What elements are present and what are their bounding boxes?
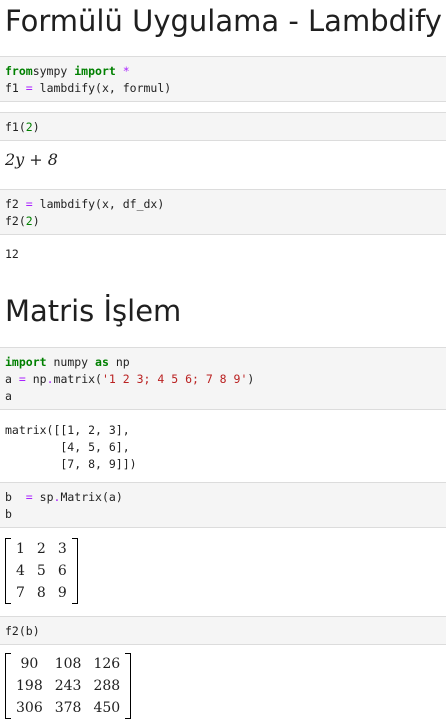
code-input[interactable]: b = sp.Matrix(a) b (5, 489, 441, 523)
matrix-entry: 90 (20, 656, 39, 672)
code-cell-5[interactable]: b = sp.Matrix(a) b (0, 482, 446, 528)
matrix-entry: 126 (93, 656, 121, 672)
code-token: a (5, 389, 12, 403)
code-token: b (5, 507, 12, 521)
code-token: as (95, 355, 109, 369)
code-token: import (74, 64, 116, 78)
code-token: = (18, 372, 26, 386)
matrix-entry: 9 (57, 585, 67, 601)
matrix-entry: 7 (16, 585, 25, 601)
code-token: = (25, 490, 33, 504)
matrix-entry: 450 (93, 700, 121, 716)
matrix-entry: 378 (54, 700, 82, 716)
code-cell-3[interactable]: f2 = lambdify(x, df_dx) f2(2) (0, 189, 446, 235)
code-input[interactable]: import numpy as np a = np.matrix('1 2 3;… (5, 354, 441, 405)
code-token: . (46, 372, 54, 386)
code-token: ) (32, 214, 40, 228)
matrix-entry: 108 (54, 656, 82, 672)
code-token: numpy (53, 355, 96, 369)
code-token: from (5, 64, 33, 78)
matrix-entry: 1 (16, 541, 25, 557)
code-token: b (5, 490, 26, 504)
output-sympy-matrix-b: 123 456 789 (5, 538, 78, 604)
code-token: 2 (25, 214, 33, 228)
output-numpy-matrix: matrix([[1, 2, 3], [4, 5, 6], [7, 8, 9]]… (5, 423, 137, 471)
matrix-entry: 306 (16, 700, 43, 716)
code-token: f2(b) (5, 624, 40, 638)
code-token: np (115, 355, 130, 369)
matrix-entry: 2 (36, 541, 46, 557)
code-token: f1 (5, 81, 26, 95)
code-token: * (115, 64, 130, 78)
code-cell-1[interactable]: fromsympy import * f1 = lambdify(x, form… (0, 56, 446, 102)
code-token: ) (247, 372, 255, 386)
code-token: lambdify(x, formul) (39, 81, 172, 95)
code-cell-2[interactable]: f1(2) (0, 112, 446, 141)
matrix-entry: 5 (36, 563, 46, 579)
code-token: f1( (5, 120, 26, 134)
code-token: import (5, 355, 47, 369)
matrix-entry: 4 (16, 563, 25, 579)
matrix-entry: 3 (57, 541, 67, 557)
code-token: lambdify(x, df_dx) (39, 197, 165, 211)
matrix-entry: 8 (36, 585, 46, 601)
code-token: = (25, 81, 33, 95)
output-expression: 2y + 8 (5, 150, 58, 169)
code-token: sympy (32, 64, 75, 78)
code-token: ) (32, 120, 40, 134)
code-input[interactable]: fromsympy import * f1 = lambdify(x, form… (5, 63, 441, 97)
code-cell-4[interactable]: import numpy as np a = np.matrix('1 2 3;… (0, 347, 446, 410)
code-token: f2 (5, 197, 26, 211)
code-token: sp (32, 490, 54, 504)
code-token: matrix( (53, 372, 102, 386)
code-token: a (5, 372, 19, 386)
output-sympy-matrix-f2: 90 108 126 198 243 288 306 378 450 (5, 653, 132, 719)
code-token: Matrix(a) (60, 490, 123, 504)
matrix-entry: 6 (57, 563, 67, 579)
code-input[interactable]: f1(2) (5, 119, 441, 136)
code-cell-6[interactable]: f2(b) (0, 616, 446, 645)
matrix-entry: 288 (93, 678, 121, 694)
code-token: 2 (25, 120, 33, 134)
code-token: f2( (5, 214, 26, 228)
code-input[interactable]: f2(b) (5, 623, 441, 640)
heading-matris: Matris İşlem (5, 294, 182, 328)
code-token: = (25, 197, 33, 211)
output-value: 12 (5, 247, 19, 261)
code-token: np (25, 372, 47, 386)
code-input[interactable]: f2 = lambdify(x, df_dx) f2(2) (5, 196, 441, 230)
matrix-entry: 198 (16, 678, 43, 694)
heading-lambdify: Formülü Uygulama - Lambdify (5, 4, 442, 38)
matrix-entry: 243 (54, 678, 82, 694)
code-token: '1 2 3; 4 5 6; 7 8 9' (101, 372, 248, 386)
